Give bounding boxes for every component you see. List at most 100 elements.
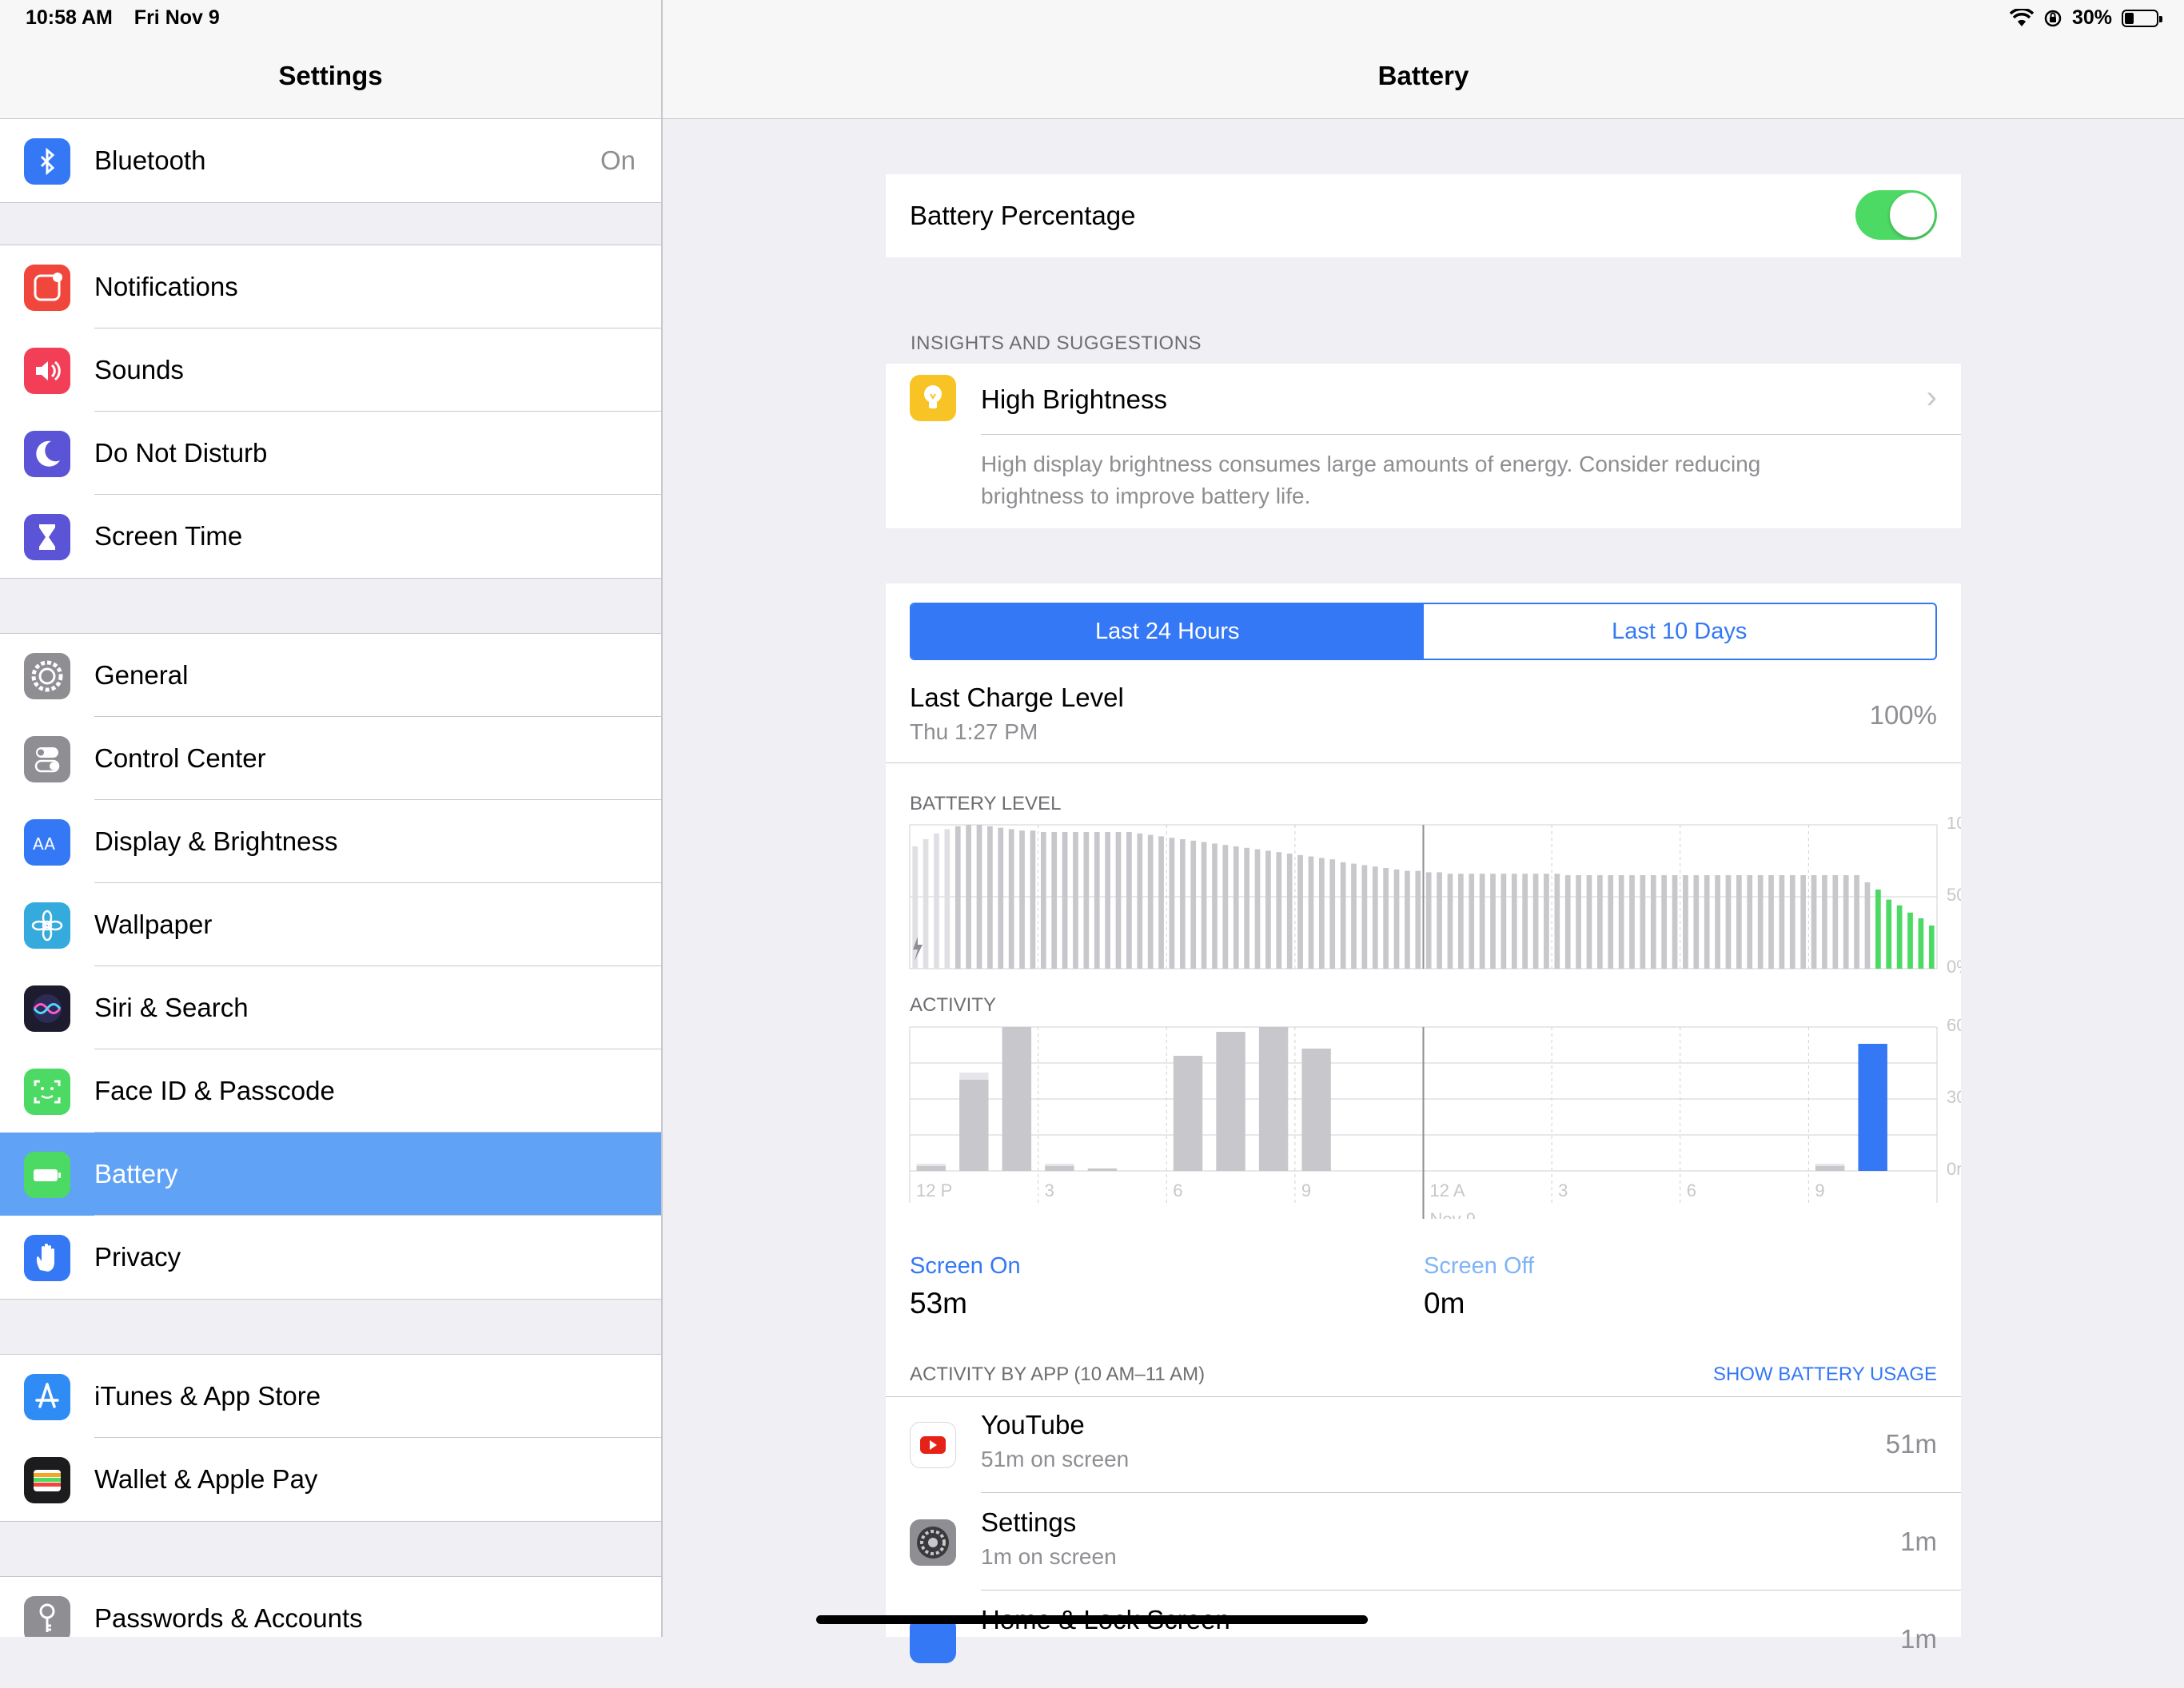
insight-high-brightness[interactable]: High Brightness › High display brightnes… — [886, 364, 1961, 528]
sidebar-item-label: Face ID & Passcode — [94, 1076, 335, 1105]
sidebar-item-display-brightness[interactable]: AA Display & Brightness — [0, 800, 661, 883]
sidebar-item-notifications[interactable]: Notifications — [0, 245, 661, 328]
battery-level-bar — [998, 827, 1004, 969]
segment-last-10-days[interactable]: Last 10 Days — [1424, 604, 1936, 659]
battery-level-bar — [923, 839, 929, 969]
battery-level-bar — [955, 826, 961, 969]
screen-off-label: Screen Off — [1424, 1253, 1535, 1279]
app-row-home-lock-screen[interactable]: Home & Lock Screen 1m — [886, 1592, 1961, 1688]
battery-level-bar — [1329, 859, 1336, 969]
sidebar-item-label: Do Not Disturb — [94, 438, 268, 468]
youtube-icon — [910, 1422, 956, 1468]
sidebar-item-wallpaper[interactable]: Wallpaper — [0, 883, 661, 966]
settings-group: Passwords & Accounts — [0, 1576, 661, 1637]
battery-level-bar — [1597, 875, 1603, 969]
battery-percentage-toggle[interactable] — [1855, 190, 1937, 240]
orientation-lock-icon — [2044, 10, 2062, 26]
battery-level-bar — [1254, 849, 1261, 969]
battery-level-bar — [934, 833, 939, 969]
switches-icon — [24, 736, 70, 782]
flower-icon — [24, 902, 70, 949]
last-charge-time: Thu 1:27 PM — [910, 719, 1038, 744]
activity-screen-on-bar — [1301, 1049, 1331, 1171]
settings-group: Bluetooth On — [0, 118, 661, 203]
sidebar-item-label: Passwords & Accounts — [94, 1603, 363, 1633]
activity-screen-on-bar — [1216, 1032, 1245, 1171]
sidebar-item-itunes-app-store[interactable]: iTunes & App Store — [0, 1355, 661, 1438]
battery-level-bar — [1564, 875, 1571, 969]
battery-level-bar — [1201, 842, 1207, 969]
battery-level-bar — [1115, 832, 1122, 969]
face-id-icon — [24, 1069, 70, 1115]
sidebar-item-general[interactable]: General — [0, 634, 661, 717]
battery-level-bar — [1447, 874, 1453, 969]
battery-level-bar — [1179, 839, 1186, 969]
sidebar-item-siri-search[interactable]: Siri & Search — [0, 966, 661, 1049]
battery-level-bar — [1522, 874, 1528, 969]
activity-by-app-header: ACTIVITY BY APP (10 AM–11 AM) — [910, 1364, 1206, 1385]
settings-group: Notifications Sounds Do Not Disturb Screen … — [0, 245, 661, 579]
battery-level-bar — [976, 825, 982, 969]
home-indicator[interactable] — [816, 1615, 1368, 1624]
y-axis-tick: 30m — [1947, 1087, 1961, 1107]
battery-level-bar — [1425, 872, 1432, 969]
sidebar-item-sounds[interactable]: Sounds — [0, 328, 661, 412]
battery-level-bar — [1554, 874, 1560, 969]
battery-level-bar — [966, 825, 971, 969]
chevron-right-icon: › — [1926, 380, 1937, 415]
battery-level-bar — [1383, 868, 1389, 969]
battery-level-label: BATTERY LEVEL — [910, 793, 1062, 814]
segment-last-24-hours[interactable]: Last 24 Hours — [911, 604, 1424, 659]
sidebar-item-control-center[interactable]: Control Center — [0, 717, 661, 800]
battery-level-bar — [1757, 875, 1764, 969]
battery-level-bar — [1479, 874, 1485, 969]
y-axis-tick: 100% — [1947, 817, 1961, 833]
app-row-youtube[interactable]: YouTube 51m on screen 51m — [886, 1397, 1961, 1493]
show-battery-usage-button[interactable]: SHOW BATTERY USAGE — [1713, 1364, 1937, 1386]
divider — [981, 1492, 1961, 1493]
sidebar-item-screen-time[interactable]: Screen Time — [0, 495, 661, 578]
battery-level-bar — [1169, 838, 1175, 969]
battery-level-bar — [1318, 858, 1325, 969]
battery-level-bar — [912, 846, 919, 969]
insight-title: High Brightness — [981, 384, 1167, 414]
battery-level-bar — [1501, 874, 1507, 969]
divider — [886, 762, 1961, 763]
time-range-segmented-control: Last 24 Hours Last 10 Days — [910, 603, 1937, 660]
x-axis-date-label: Nov 9 — [1430, 1209, 1476, 1219]
x-axis-tick: 6 — [1687, 1180, 1696, 1200]
sidebar-item-face-id-passcode[interactable]: Face ID & Passcode — [0, 1049, 661, 1133]
sidebar-item-battery[interactable]: Battery — [0, 1133, 661, 1216]
sidebar-item-label: Display & Brightness — [94, 826, 338, 856]
sidebar-item-wallet-apple-pay[interactable]: Wallet & Apple Pay — [0, 1438, 661, 1521]
app-detail: 1m on screen — [981, 1544, 1117, 1569]
battery-level-bar — [1864, 882, 1871, 969]
gear-icon — [24, 653, 70, 699]
x-axis-tick: 12 A — [1430, 1180, 1465, 1200]
sidebar-item-passwords-accounts[interactable]: Passwords & Accounts — [0, 1577, 661, 1637]
sidebar-item-label: Wallpaper — [94, 910, 213, 939]
app-detail: 51m on screen — [981, 1447, 1130, 1471]
battery-level-bar — [1286, 854, 1293, 969]
toggle-knob — [1890, 193, 1935, 237]
battery-level-bar — [1886, 899, 1892, 969]
battery-level-bar — [1372, 866, 1378, 969]
battery-level-bar — [1532, 874, 1539, 969]
battery-level-bar — [1704, 875, 1710, 969]
sidebar-item-label: Bluetooth — [94, 145, 206, 175]
sidebar-item-label: Battery — [94, 1159, 178, 1188]
battery-level-bar — [1030, 830, 1036, 969]
settings-group: General Control Center AA Display & Brightn… — [0, 633, 661, 1300]
battery-level-bar — [1768, 875, 1774, 969]
app-row-settings[interactable]: Settings 1m on screen 1m — [886, 1495, 1961, 1590]
activity-screen-on-bar — [1045, 1166, 1074, 1171]
battery-percent-text: 30% — [2071, 6, 2112, 29]
battery-level-bar — [1019, 830, 1025, 969]
battery-level-bar — [1244, 847, 1249, 969]
y-axis-tick: 60m — [1947, 1019, 1961, 1035]
sidebar-item-bluetooth[interactable]: Bluetooth On — [0, 119, 661, 202]
battery-level-bar — [1618, 875, 1624, 969]
activity-screen-on-bar — [916, 1166, 946, 1171]
sidebar-item-do-not-disturb[interactable]: Do Not Disturb — [0, 412, 661, 495]
sidebar-item-privacy[interactable]: Privacy — [0, 1216, 661, 1299]
